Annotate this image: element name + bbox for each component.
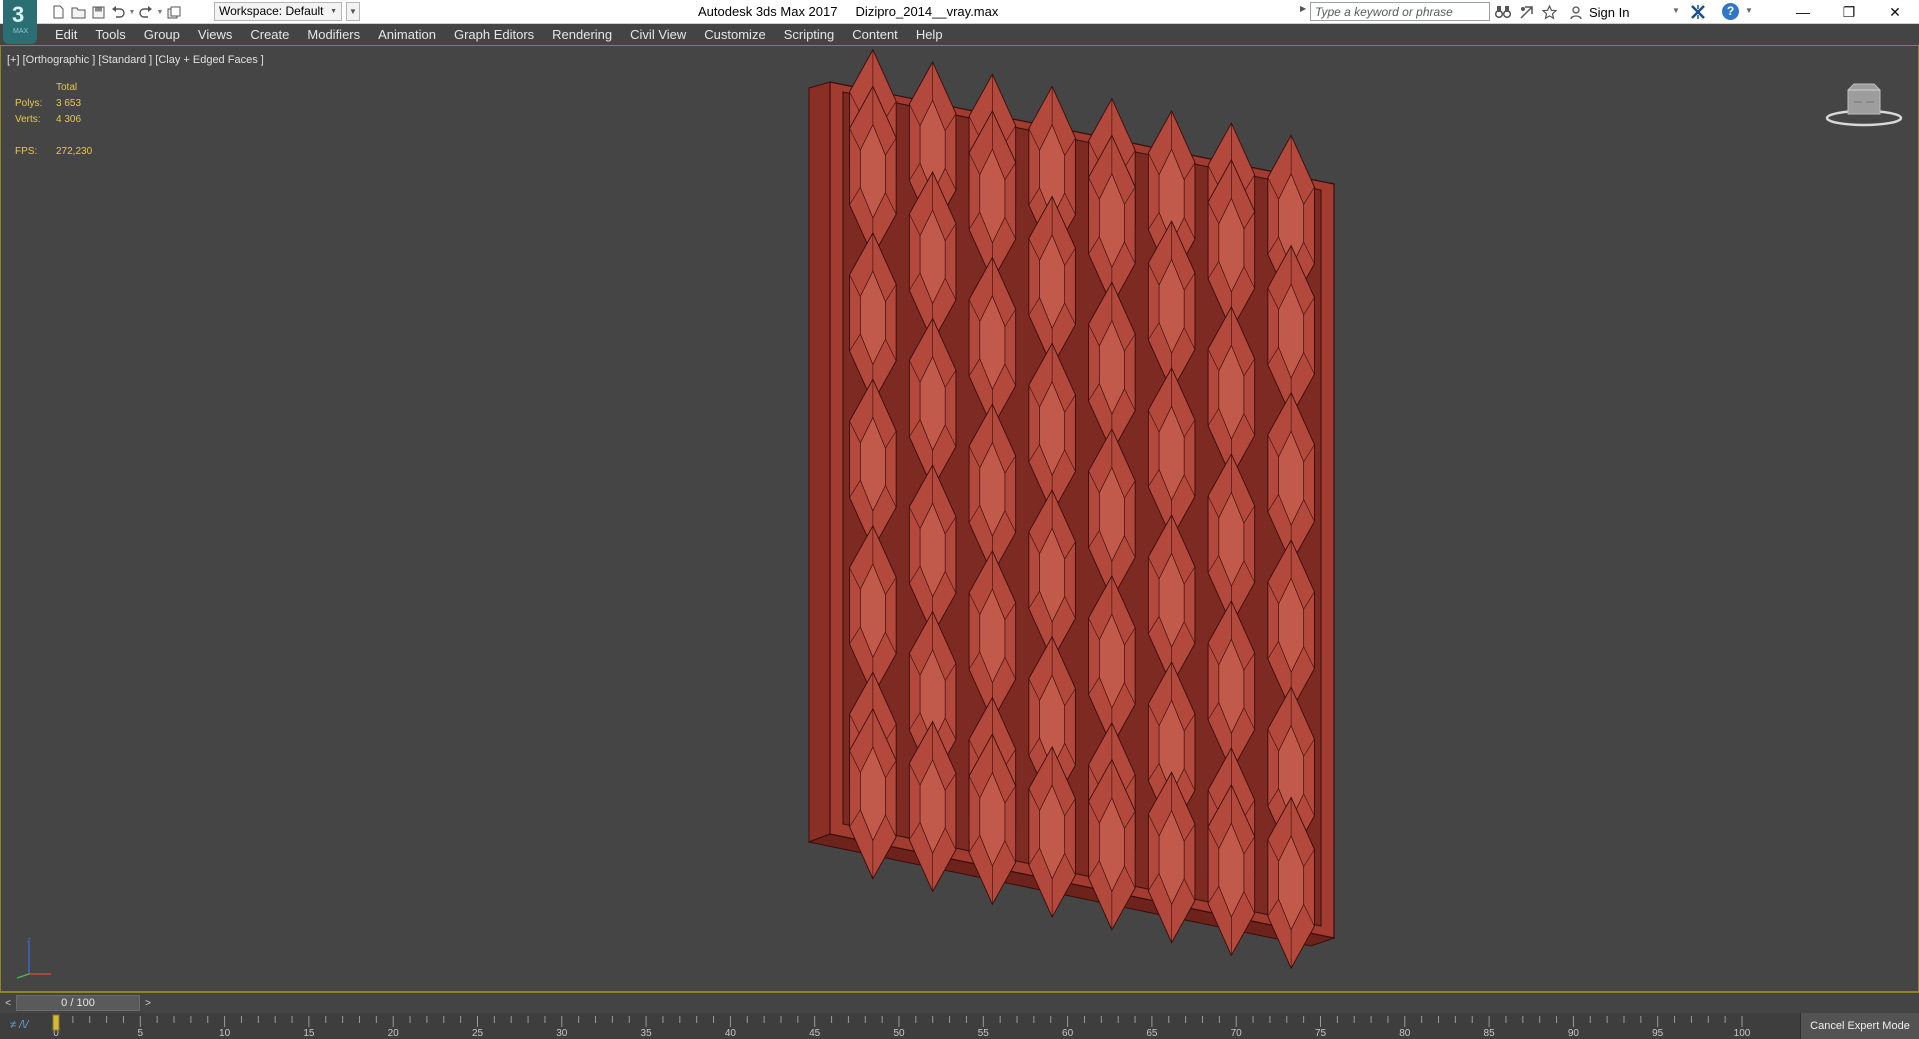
polys-label: Polys: [15, 98, 43, 109]
chevron-down-icon[interactable]: ▼ [1672, 6, 1680, 15]
user-icon [1570, 5, 1584, 19]
decorative-panel-model[interactable] [1, 46, 1919, 992]
timeline-tick-label: 75 [1315, 1028, 1327, 1039]
curve-editor-icon[interactable]: ≠ /\/ [10, 1019, 28, 1031]
star-icon[interactable] [1539, 2, 1559, 22]
menu-modifiers[interactable]: Modifiers [298, 24, 369, 46]
timeline-tick-label: 100 [1734, 1028, 1751, 1039]
help-icon[interactable]: ? [1722, 3, 1739, 20]
undo-icon[interactable] [108, 3, 128, 21]
minimize-button[interactable]: — [1780, 0, 1826, 24]
workspace-label: Workspace: Default [219, 4, 324, 18]
timeline-tick-label: 80 [1399, 1028, 1411, 1039]
timeline-tick-label: 50 [893, 1028, 905, 1039]
current-frame-marker [52, 1014, 60, 1031]
panel-side-face [808, 81, 831, 843]
menu-help[interactable]: Help [907, 24, 952, 46]
binoculars-icon[interactable] [1493, 2, 1513, 22]
timeline-tick-label: 65 [1146, 1028, 1158, 1039]
app-logo[interactable]: 3 MAX [3, 0, 37, 44]
close-button[interactable]: ✕ [1872, 0, 1918, 24]
menu-animation[interactable]: Animation [369, 24, 445, 46]
app-logo-number: 3 [12, 2, 25, 27]
axis-tripod-icon: z [11, 936, 55, 980]
stats-header: Total [56, 82, 78, 93]
open-folder-icon[interactable] [68, 3, 88, 21]
timeline-tick-label: 45 [809, 1028, 821, 1039]
track-bar[interactable]: 0 5 10 15 20 25 30 35 40 45 50 55 60 65 70 75 80 85 90 95 10… [0, 1013, 1919, 1039]
chevron-down-icon[interactable]: ▼ [1745, 6, 1753, 15]
menu-civil-view[interactable]: Civil View [621, 24, 695, 46]
timeline-tick-label: 35 [641, 1028, 653, 1039]
menu-graph-editors[interactable]: Graph Editors [445, 24, 543, 46]
timeline-tick-label: 60 [1062, 1028, 1074, 1039]
sign-in-button[interactable]: Sign In [1570, 3, 1629, 21]
cancel-expert-mode-button[interactable]: Cancel Expert Mode [1800, 1013, 1919, 1039]
fps-label: FPS: [15, 146, 38, 157]
save-icon[interactable] [88, 3, 108, 21]
verts-value: 4 306 [56, 114, 82, 125]
search-input[interactable] [1311, 3, 1489, 20]
menu-edit[interactable]: Edit [46, 24, 86, 46]
timeline-tick-label: 20 [388, 1028, 400, 1039]
menu-create[interactable]: Create [241, 24, 298, 46]
timeline-tick-label: 95 [1652, 1028, 1664, 1039]
sign-in-label: Sign In [1589, 4, 1630, 20]
chevron-down-icon: ▼ [330, 8, 337, 15]
menu-bar: Edit Tools Group Views Create Modifiers … [0, 24, 1919, 46]
window-title: Autodesk 3ds Max 2017 Dizipro_2014__vray… [698, 4, 999, 19]
viewport-label-menu[interactable]: [+] [Orthographic ] [Standard ] [Clay + … [7, 54, 264, 66]
menu-group[interactable]: Group [135, 24, 189, 46]
workspace-dropdown[interactable]: Workspace: Default ▼ [214, 2, 342, 21]
timeline-tick-label: 85 [1484, 1028, 1496, 1039]
app-logo-subtitle: MAX [13, 28, 29, 35]
timeline-tick-label: 15 [303, 1028, 315, 1039]
timeline-tick-label: 90 [1568, 1028, 1580, 1039]
time-slider[interactable]: < 0 / 100 > [0, 992, 1919, 1013]
timeline-tick-label: 30 [556, 1028, 568, 1039]
timeline-tick-label: 55 [978, 1028, 990, 1039]
verts-label: Verts: [15, 114, 41, 125]
next-frame-button[interactable]: > [142, 996, 154, 1011]
menu-rendering[interactable]: Rendering [543, 24, 621, 46]
time-slider-thumb[interactable]: 0 / 100 [16, 995, 140, 1011]
svg-text:z: z [27, 936, 31, 944]
redo-icon[interactable] [136, 3, 156, 21]
viewport-orthographic[interactable]: [+] [Orthographic ] [Standard ] [Clay + … [0, 46, 1919, 992]
menu-scripting[interactable]: Scripting [775, 24, 844, 46]
track-bar-ruler[interactable]: 0 5 10 15 20 25 30 35 40 45 50 55 60 65 70 75 80 85 90 95 10… [0, 1013, 1800, 1039]
menu-content[interactable]: Content [843, 24, 907, 46]
viewcube-icon[interactable] [1824, 80, 1904, 128]
menu-views[interactable]: Views [189, 24, 241, 46]
polys-value: 3 653 [56, 98, 82, 109]
previous-frame-button[interactable]: < [2, 996, 14, 1011]
redo-dropdown-icon[interactable]: ▼ [156, 3, 164, 21]
title-bar: 3 MAX ▼ ▼ Workspace: Default ▼ ▼ Autodes… [0, 0, 1919, 44]
quick-access-toolbar: ▼ ▼ [48, 3, 184, 21]
undo-dropdown-icon[interactable]: ▼ [128, 3, 136, 21]
customize-qat-icon[interactable]: ▼ [346, 2, 360, 21]
fps-value: 272,230 [56, 146, 93, 157]
autodesk-exchange-icon[interactable] [1688, 2, 1708, 22]
new-file-icon[interactable] [48, 3, 68, 21]
project-folder-icon[interactable] [164, 3, 184, 21]
communication-icon[interactable] [1516, 2, 1536, 22]
menu-tools[interactable]: Tools [86, 24, 134, 46]
timeline-tick-label: 40 [725, 1028, 737, 1039]
restore-button[interactable]: ❐ [1826, 0, 1872, 24]
menu-customize[interactable]: Customize [695, 24, 774, 46]
timeline-tick-label: 10 [219, 1028, 231, 1039]
timeline-tick-label: 5 [138, 1028, 144, 1039]
search-expand-icon[interactable]: ▶ [1300, 4, 1306, 13]
search-field[interactable] [1310, 2, 1490, 21]
timeline-tick-label: 25 [472, 1028, 484, 1039]
timeline-tick-label: 70 [1231, 1028, 1243, 1039]
